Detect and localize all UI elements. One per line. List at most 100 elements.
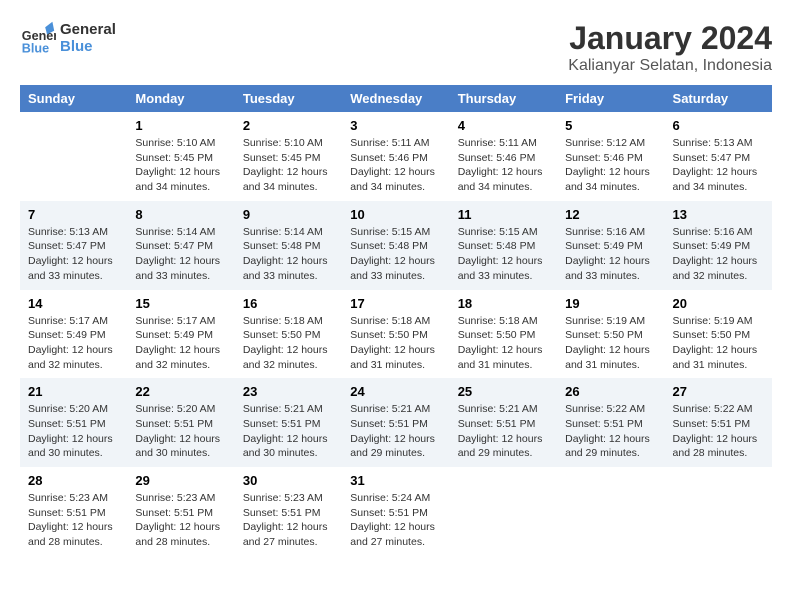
calendar-cell: 8 Sunrise: 5:14 AMSunset: 5:47 PMDaylight… bbox=[127, 201, 234, 290]
calendar-cell: 17 Sunrise: 5:18 AMSunset: 5:50 PMDayligh… bbox=[342, 290, 449, 379]
day-number: 5 bbox=[565, 118, 656, 133]
calendar-cell: 11Sunrise: 5:15 AMSunset: 5:48 PMDayligh… bbox=[450, 201, 557, 290]
day-number: 23 bbox=[243, 384, 334, 399]
week-row-1: 1 Sunrise: 5:10 AMSunset: 5:45 PMDaylight… bbox=[20, 112, 772, 201]
day-info: Sunrise: 5:13 AMSunset: 5:47 PMDaylight:… bbox=[673, 136, 764, 195]
calendar-cell: 14Sunrise: 5:17 AMSunset: 5:49 PMDayligh… bbox=[20, 290, 127, 379]
calendar-cell: 30 Sunrise: 5:23 AMSunset: 5:51 PMDayligh… bbox=[235, 467, 342, 556]
day-info: Sunrise: 5:20 AMSunset: 5:51 PMDaylight:… bbox=[135, 402, 226, 461]
calendar-cell: 1 Sunrise: 5:10 AMSunset: 5:45 PMDaylight… bbox=[127, 112, 234, 201]
day-number: 9 bbox=[243, 207, 334, 222]
logo: General Blue General Blue bbox=[20, 20, 116, 56]
calendar-cell: 12 Sunrise: 5:16 AMSunset: 5:49 PMDayligh… bbox=[557, 201, 664, 290]
day-number: 31 bbox=[350, 473, 441, 488]
calendar-cell bbox=[665, 467, 772, 556]
day-info: Sunrise: 5:10 AMSunset: 5:45 PMDaylight:… bbox=[243, 136, 334, 195]
day-number: 3 bbox=[350, 118, 441, 133]
day-number: 14 bbox=[28, 296, 119, 311]
logo-icon: General Blue bbox=[20, 20, 56, 56]
day-info: Sunrise: 5:14 AMSunset: 5:48 PMDaylight:… bbox=[243, 225, 334, 284]
day-info: Sunrise: 5:15 AMSunset: 5:48 PMDaylight:… bbox=[350, 225, 441, 284]
calendar-cell: 25 Sunrise: 5:21 AMSunset: 5:51 PMDayligh… bbox=[450, 378, 557, 467]
calendar-cell: 16 Sunrise: 5:18 AMSunset: 5:50 PMDayligh… bbox=[235, 290, 342, 379]
calendar-title: January 2024 bbox=[568, 20, 772, 57]
calendar-cell: 20 Sunrise: 5:19 AMSunset: 5:50 PMDayligh… bbox=[665, 290, 772, 379]
calendar-cell: 23 Sunrise: 5:21 AMSunset: 5:51 PMDayligh… bbox=[235, 378, 342, 467]
calendar-cell: 7 Sunrise: 5:13 AMSunset: 5:47 PMDaylight… bbox=[20, 201, 127, 290]
week-row-3: 14 Sunrise: 5:17 AMSunset: 5:49 PMDayligh… bbox=[20, 290, 772, 379]
calendar-cell: 5Sunrise: 5:12 AMSunset: 5:46 PMDaylight… bbox=[557, 112, 664, 201]
day-info: Sunrise: 5:23 AMSunset: 5:51 PMDaylight:… bbox=[28, 491, 119, 550]
calendar-cell: 6 Sunrise: 5:13 AMSunset: 5:47 PMDaylight… bbox=[665, 112, 772, 201]
calendar-cell: 13Sunrise: 5:16 AMSunset: 5:49 PMDayligh… bbox=[665, 201, 772, 290]
day-info: Sunrise: 5:13 AMSunset: 5:47 PMDaylight:… bbox=[28, 225, 119, 284]
calendar-cell: 24 Sunrise: 5:21 AMSunset: 5:51 PMDayligh… bbox=[342, 378, 449, 467]
day-number: 19 bbox=[565, 296, 656, 311]
day-number: 6 bbox=[673, 118, 764, 133]
calendar-cell: 9 Sunrise: 5:14 AMSunset: 5:48 PMDaylight… bbox=[235, 201, 342, 290]
calendar-cell: 18Sunrise: 5:18 AMSunset: 5:50 PMDayligh… bbox=[450, 290, 557, 379]
day-number: 24 bbox=[350, 384, 441, 399]
week-row-4: 21 Sunrise: 5:20 AMSunset: 5:51 PMDayligh… bbox=[20, 378, 772, 467]
calendar-cell: 10 Sunrise: 5:15 AMSunset: 5:48 PMDayligh… bbox=[342, 201, 449, 290]
day-info: Sunrise: 5:18 AMSunset: 5:50 PMDaylight:… bbox=[243, 314, 334, 373]
day-number: 12 bbox=[565, 207, 656, 222]
day-number: 28 bbox=[28, 473, 119, 488]
day-number: 16 bbox=[243, 296, 334, 311]
day-number: 10 bbox=[350, 207, 441, 222]
day-info: Sunrise: 5:17 AMSunset: 5:49 PMDaylight:… bbox=[135, 314, 226, 373]
header-day-friday: Friday bbox=[557, 85, 664, 112]
day-number: 20 bbox=[673, 296, 764, 311]
logo-text-general: General bbox=[60, 21, 116, 38]
calendar-cell: 2 Sunrise: 5:10 AMSunset: 5:45 PMDaylight… bbox=[235, 112, 342, 201]
day-number: 4 bbox=[458, 118, 549, 133]
day-number: 29 bbox=[135, 473, 226, 488]
day-info: Sunrise: 5:14 AMSunset: 5:47 PMDaylight:… bbox=[135, 225, 226, 284]
day-info: Sunrise: 5:21 AMSunset: 5:51 PMDaylight:… bbox=[458, 402, 549, 461]
day-info: Sunrise: 5:21 AMSunset: 5:51 PMDaylight:… bbox=[350, 402, 441, 461]
header-day-saturday: Saturday bbox=[665, 85, 772, 112]
svg-text:Blue: Blue bbox=[22, 41, 49, 55]
header-day-thursday: Thursday bbox=[450, 85, 557, 112]
day-number: 13 bbox=[673, 207, 764, 222]
day-info: Sunrise: 5:19 AMSunset: 5:50 PMDaylight:… bbox=[673, 314, 764, 373]
day-number: 25 bbox=[458, 384, 549, 399]
day-number: 18 bbox=[458, 296, 549, 311]
day-info: Sunrise: 5:22 AMSunset: 5:51 PMDaylight:… bbox=[673, 402, 764, 461]
calendar-subtitle: Kalianyar Selatan, Indonesia bbox=[568, 57, 772, 75]
week-row-2: 7 Sunrise: 5:13 AMSunset: 5:47 PMDaylight… bbox=[20, 201, 772, 290]
day-number: 22 bbox=[135, 384, 226, 399]
header-row: SundayMondayTuesdayWednesdayThursdayFrid… bbox=[20, 85, 772, 112]
day-number: 30 bbox=[243, 473, 334, 488]
day-info: Sunrise: 5:16 AMSunset: 5:49 PMDaylight:… bbox=[565, 225, 656, 284]
day-number: 15 bbox=[135, 296, 226, 311]
day-info: Sunrise: 5:24 AMSunset: 5:51 PMDaylight:… bbox=[350, 491, 441, 550]
day-number: 27 bbox=[673, 384, 764, 399]
calendar-cell bbox=[20, 112, 127, 201]
day-info: Sunrise: 5:23 AMSunset: 5:51 PMDaylight:… bbox=[243, 491, 334, 550]
day-info: Sunrise: 5:21 AMSunset: 5:51 PMDaylight:… bbox=[243, 402, 334, 461]
header-day-monday: Monday bbox=[127, 85, 234, 112]
calendar-cell: 21 Sunrise: 5:20 AMSunset: 5:51 PMDayligh… bbox=[20, 378, 127, 467]
day-info: Sunrise: 5:11 AMSunset: 5:46 PMDaylight:… bbox=[350, 136, 441, 195]
day-info: Sunrise: 5:19 AMSunset: 5:50 PMDaylight:… bbox=[565, 314, 656, 373]
day-info: Sunrise: 5:18 AMSunset: 5:50 PMDaylight:… bbox=[350, 314, 441, 373]
day-info: Sunrise: 5:20 AMSunset: 5:51 PMDaylight:… bbox=[28, 402, 119, 461]
day-number: 8 bbox=[135, 207, 226, 222]
day-info: Sunrise: 5:10 AMSunset: 5:45 PMDaylight:… bbox=[135, 136, 226, 195]
calendar-cell: 15 Sunrise: 5:17 AMSunset: 5:49 PMDayligh… bbox=[127, 290, 234, 379]
day-info: Sunrise: 5:11 AMSunset: 5:46 PMDaylight:… bbox=[458, 136, 549, 195]
calendar-header: SundayMondayTuesdayWednesdayThursdayFrid… bbox=[20, 85, 772, 112]
week-row-5: 28 Sunrise: 5:23 AMSunset: 5:51 PMDayligh… bbox=[20, 467, 772, 556]
day-number: 1 bbox=[135, 118, 226, 133]
day-info: Sunrise: 5:23 AMSunset: 5:51 PMDaylight:… bbox=[135, 491, 226, 550]
day-number: 21 bbox=[28, 384, 119, 399]
calendar-cell: 27 Sunrise: 5:22 AMSunset: 5:51 PMDayligh… bbox=[665, 378, 772, 467]
day-number: 26 bbox=[565, 384, 656, 399]
day-number: 2 bbox=[243, 118, 334, 133]
calendar-body: 1 Sunrise: 5:10 AMSunset: 5:45 PMDaylight… bbox=[20, 112, 772, 556]
day-number: 17 bbox=[350, 296, 441, 311]
calendar-cell: 19 Sunrise: 5:19 AMSunset: 5:50 PMDayligh… bbox=[557, 290, 664, 379]
day-number: 7 bbox=[28, 207, 119, 222]
header-day-tuesday: Tuesday bbox=[235, 85, 342, 112]
